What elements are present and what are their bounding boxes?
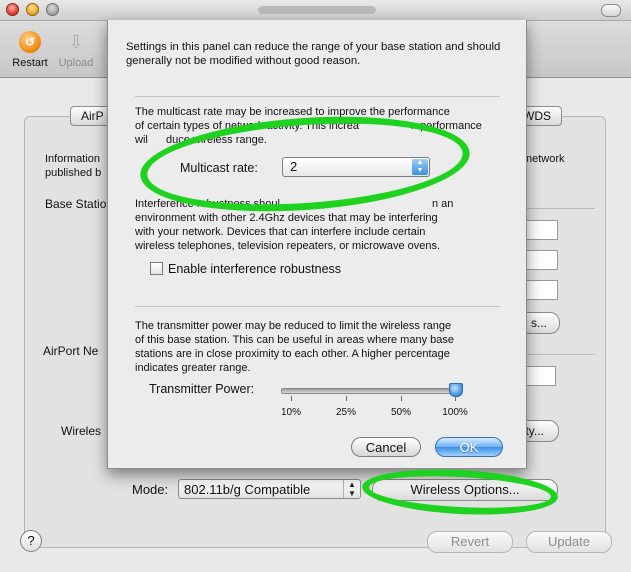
- transmitter-power-slider-thumb[interactable]: [449, 383, 463, 397]
- minimize-window-button[interactable]: [26, 3, 39, 16]
- interference-desc-line4: wireless telephones, television repeater…: [135, 240, 441, 252]
- toolbar-toggle-button[interactable]: [601, 4, 621, 17]
- sheet-intro-text: Settings in this panel can reduce the ra…: [126, 41, 501, 67]
- interference-desc-line1-end: n an: [432, 198, 454, 210]
- slider-tick: [291, 396, 292, 401]
- multicast-desc-line2: of certain types of network activity. Th…: [135, 120, 359, 132]
- base-station-contact-field[interactable]: [526, 250, 558, 270]
- multicast-desc-line2-end: n performance: [411, 120, 482, 132]
- tick-label-50: 50%: [390, 407, 411, 418]
- mode-label: Mode:: [132, 482, 169, 497]
- interference-robustness-checkbox[interactable]: [150, 262, 163, 275]
- multicast-desc-line3: wil: [135, 134, 148, 146]
- close-window-button[interactable]: [6, 3, 19, 16]
- ok-button[interactable]: OK: [435, 437, 503, 457]
- chevron-updown-icon: ▲ ▼: [343, 480, 360, 498]
- tick-label-25: 25%: [335, 407, 356, 418]
- upload-button[interactable]: ⇩ Upload: [46, 31, 106, 69]
- interference-desc-line2: environment with other 2.4Ghz devices th…: [135, 212, 438, 224]
- interference-desc-line1: Interference robustness shoul: [135, 198, 280, 210]
- multicast-rate-label: Multicast rate:: [180, 161, 258, 175]
- info-text-line1: Information: [45, 153, 101, 165]
- power-desc-line3: stations are in close proximity to each …: [135, 348, 450, 360]
- multicast-rate-value: 2: [290, 159, 298, 174]
- tick-label-100: 100%: [442, 407, 468, 418]
- tick-label-10: 10%: [280, 407, 301, 418]
- zoom-window-button[interactable]: [46, 3, 59, 16]
- section-base-station: Base Statio: [45, 197, 107, 211]
- info-text-right: network: [526, 153, 565, 165]
- transmitter-power-slider-track[interactable]: [281, 388, 461, 394]
- mode-select[interactable]: 802.11b/g Compatible ▲ ▼: [178, 479, 361, 499]
- cancel-button[interactable]: Cancel: [351, 437, 421, 457]
- multicast-desc-line3-end: duce wireless range.: [166, 134, 267, 146]
- power-desc-line1: The transmitter power may be reduced to …: [135, 320, 452, 332]
- interference-robustness-label[interactable]: Enable interference robustness: [168, 262, 341, 276]
- slider-tick: [346, 396, 347, 401]
- divider: [525, 208, 595, 209]
- window-titlebar: [0, 0, 631, 21]
- wireless-options-sheet: Settings in this panel can reduce the ra…: [107, 20, 527, 469]
- multicast-desc-line1: The multicast rate may be increased to i…: [135, 106, 450, 118]
- wireless-options-button[interactable]: Wireless Options...: [372, 479, 558, 501]
- info-text-line2: published b: [45, 167, 102, 179]
- multicast-rate-select[interactable]: 2 ▲ ▼: [282, 157, 430, 177]
- base-station-name-field[interactable]: [526, 220, 558, 240]
- section-airport-network: AirPort Ne: [43, 344, 99, 358]
- slider-tick: [401, 396, 402, 401]
- window-title: [258, 6, 376, 14]
- upload-label: Upload: [58, 57, 94, 69]
- divider: [525, 354, 595, 355]
- divider: [135, 96, 500, 97]
- mode-value: 802.11b/g Compatible: [184, 482, 311, 497]
- power-desc-line4: indicates greater range.: [135, 362, 251, 374]
- restart-icon: ↺: [19, 31, 41, 53]
- transmitter-power-label: Transmitter Power:: [149, 382, 255, 396]
- chevron-updown-icon: ▲ ▼: [412, 159, 428, 175]
- network-name-field[interactable]: [524, 366, 556, 386]
- upload-icon: ⇩: [68, 32, 84, 52]
- base-station-location-field[interactable]: [526, 280, 558, 300]
- help-button[interactable]: ?: [20, 530, 42, 552]
- revert-button[interactable]: Revert: [427, 531, 513, 553]
- wireless-security-label: Wireles: [61, 424, 102, 438]
- power-desc-line2: of this base station. This can be useful…: [135, 334, 454, 346]
- divider: [135, 306, 500, 307]
- slider-tick: [455, 396, 456, 401]
- interference-desc-line3: with your network. Devices that can inte…: [135, 226, 426, 238]
- update-button[interactable]: Update: [526, 531, 612, 553]
